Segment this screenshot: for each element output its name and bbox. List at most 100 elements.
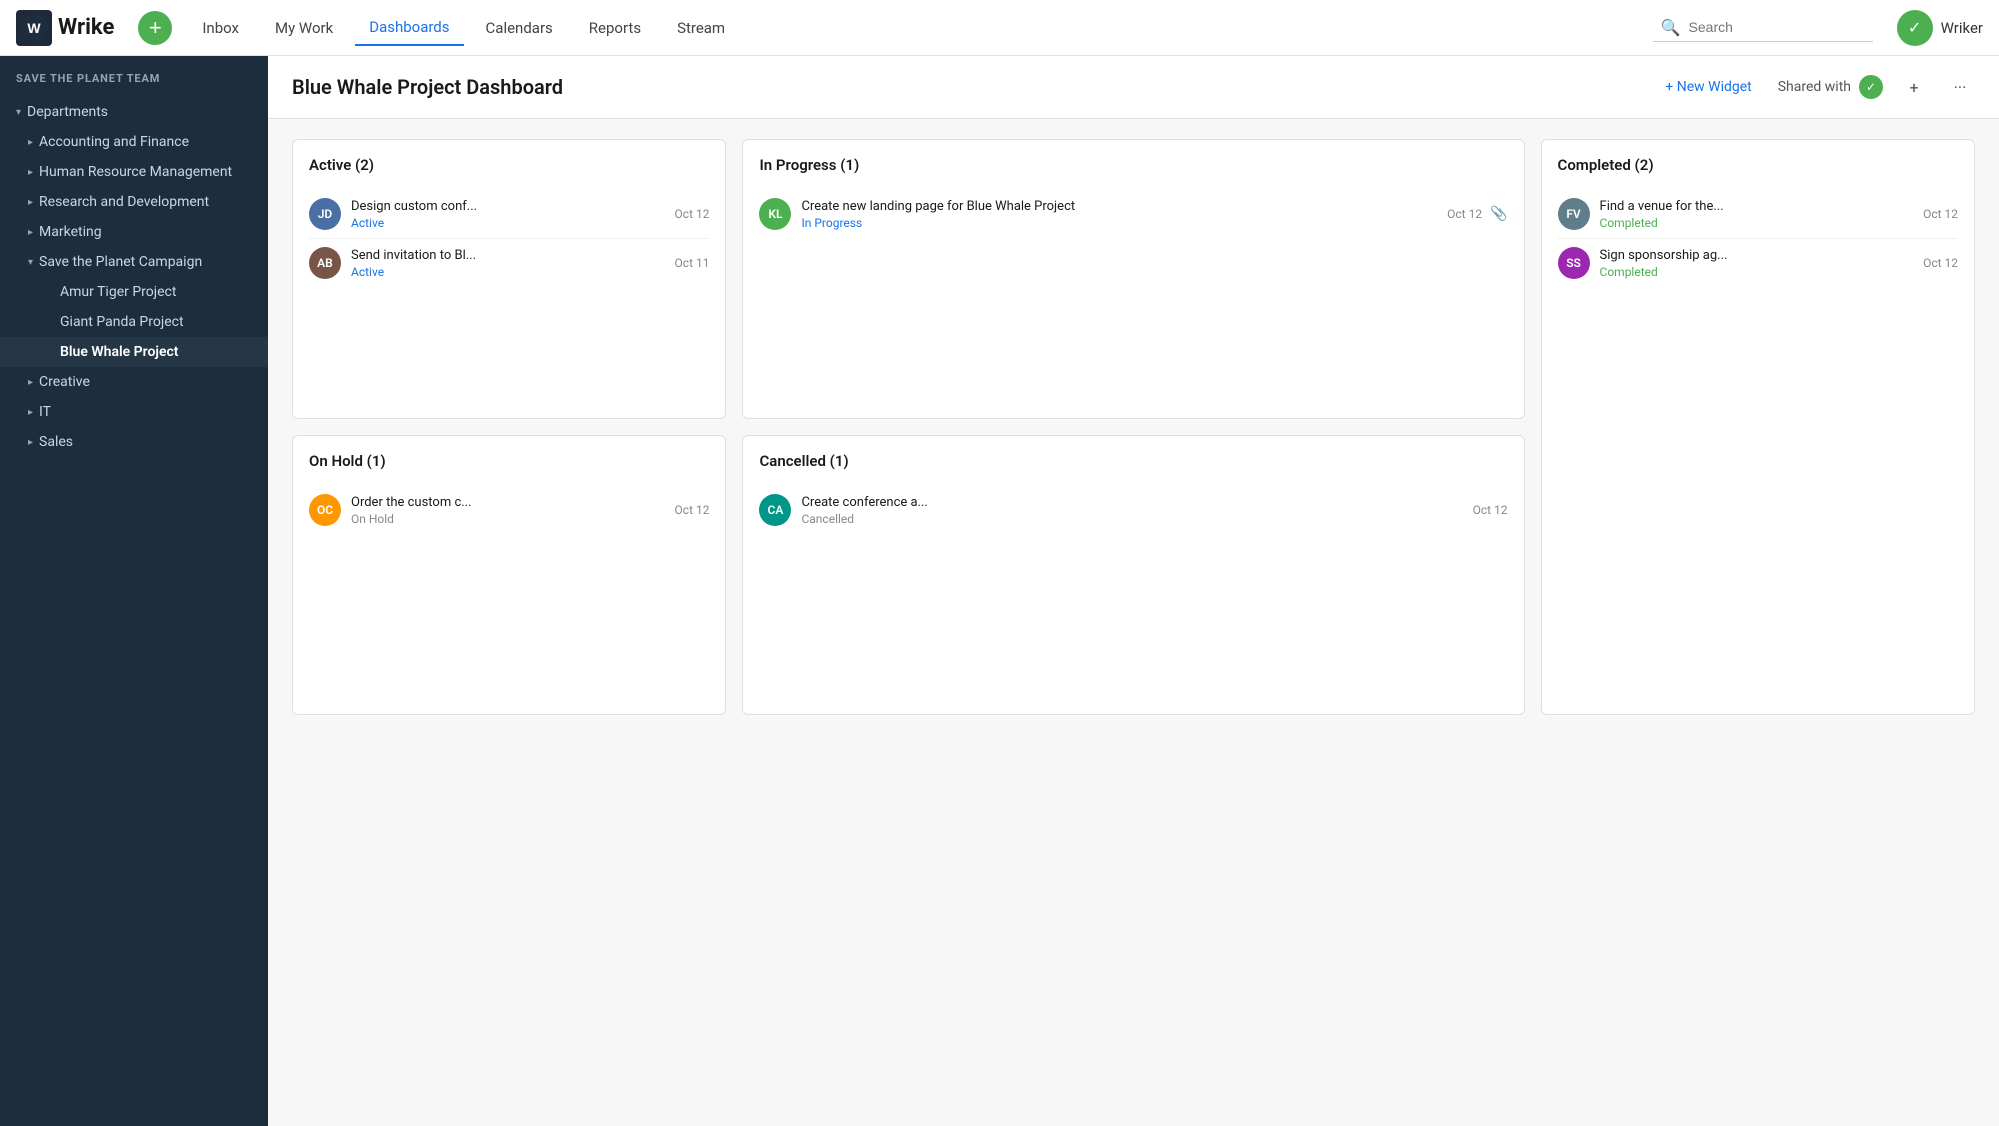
task-name[interactable]: Sign sponsorship ag... bbox=[1600, 248, 1914, 263]
chevron-down-icon: ▾ bbox=[16, 107, 21, 118]
more-options-button[interactable]: ··· bbox=[1945, 72, 1975, 102]
task-status: Active bbox=[351, 265, 665, 279]
task-date: Oct 12 bbox=[675, 503, 710, 517]
search-icon: 🔍 bbox=[1661, 18, 1681, 37]
table-row: SS Sign sponsorship ag... Completed Oct … bbox=[1558, 239, 1958, 287]
sidebar-item-departments[interactable]: ▾ Departments bbox=[0, 97, 268, 127]
nav-calendars[interactable]: Calendars bbox=[472, 11, 567, 45]
sidebar-item-marketing[interactable]: ▸ Marketing bbox=[0, 217, 268, 247]
avatar: AB bbox=[309, 247, 341, 279]
attachment-icon: 📎 bbox=[1490, 206, 1507, 222]
chevron-right-icon: ▸ bbox=[28, 377, 33, 388]
task-date: Oct 11 bbox=[675, 256, 710, 270]
avatar: OC bbox=[309, 494, 341, 526]
task-status: In Progress bbox=[801, 216, 1437, 230]
sidebar-item-label: Amur Tiger Project bbox=[60, 284, 176, 300]
avatar: FV bbox=[1558, 198, 1590, 230]
cancelled-widget-title: Cancelled (1) bbox=[759, 452, 1507, 470]
sidebar-item-accounting[interactable]: ▸ Accounting and Finance bbox=[0, 127, 268, 157]
task-status: Completed bbox=[1600, 216, 1914, 230]
chevron-right-icon: ▸ bbox=[28, 437, 33, 448]
nav-inbox[interactable]: Inbox bbox=[188, 11, 253, 45]
task-name[interactable]: Send invitation to Bl... bbox=[351, 248, 665, 263]
chevron-right-icon: ▸ bbox=[28, 197, 33, 208]
nav-dashboards[interactable]: Dashboards bbox=[355, 10, 463, 46]
sidebar-item-it[interactable]: ▸ IT bbox=[0, 397, 268, 427]
nav-my-work[interactable]: My Work bbox=[261, 11, 347, 45]
sidebar-item-blue-whale[interactable]: Blue Whale Project bbox=[0, 337, 268, 367]
sidebar-item-label: Creative bbox=[39, 374, 90, 390]
task-name[interactable]: Create new landing page for Blue Whale P… bbox=[801, 199, 1437, 214]
logo-icon: W bbox=[16, 10, 52, 46]
task-date: Oct 12 bbox=[1923, 256, 1958, 270]
sidebar-item-save-planet[interactable]: ▾ Save the Planet Campaign bbox=[0, 247, 268, 277]
task-name[interactable]: Order the custom c... bbox=[351, 495, 665, 510]
avatar: SS bbox=[1558, 247, 1590, 279]
sidebar-item-rd[interactable]: ▸ Research and Development bbox=[0, 187, 268, 217]
nav-stream[interactable]: Stream bbox=[663, 11, 739, 45]
search-box: 🔍 bbox=[1653, 14, 1873, 42]
completed-widget-title: Completed (2) bbox=[1558, 156, 1958, 174]
task-name[interactable]: Design custom conf... bbox=[351, 199, 665, 214]
chevron-right-icon: ▸ bbox=[28, 227, 33, 238]
task-date: Oct 12 bbox=[1447, 207, 1482, 221]
task-status: On Hold bbox=[351, 512, 665, 526]
sidebar-item-giant-panda[interactable]: Giant Panda Project bbox=[0, 307, 268, 337]
shared-with-label: Shared with bbox=[1778, 79, 1851, 95]
nav-reports[interactable]: Reports bbox=[575, 11, 655, 45]
avatar: CA bbox=[759, 494, 791, 526]
logo-text: Wrike bbox=[58, 15, 114, 40]
in-progress-widget-title: In Progress (1) bbox=[759, 156, 1507, 174]
user-profile: ✓ Wriker bbox=[1897, 10, 1983, 46]
search-input[interactable] bbox=[1689, 19, 1865, 35]
sidebar-item-label: Human Resource Management bbox=[39, 164, 232, 180]
active-widget: Active (2) JD Design custom conf... Acti… bbox=[292, 139, 726, 419]
sidebar-item-label: Sales bbox=[39, 434, 73, 450]
sidebar-item-sales[interactable]: ▸ Sales bbox=[0, 427, 268, 457]
page-header: Blue Whale Project Dashboard + New Widge… bbox=[268, 56, 1999, 119]
shared-with-section: Shared with ✓ bbox=[1778, 75, 1883, 99]
table-row: JD Design custom conf... Active Oct 12 bbox=[309, 190, 709, 239]
on-hold-widget: On Hold (1) OC Order the custom c... On … bbox=[292, 435, 726, 715]
sidebar: Save the Planet Team ▾ Departments ▸ Acc… bbox=[0, 56, 268, 1126]
add-button[interactable]: + bbox=[138, 11, 172, 45]
task-name[interactable]: Find a venue for the... bbox=[1600, 199, 1914, 214]
sidebar-item-hr[interactable]: ▸ Human Resource Management bbox=[0, 157, 268, 187]
table-row: AB Send invitation to Bl... Active Oct 1… bbox=[309, 239, 709, 287]
completed-widget: Completed (2) FV Find a venue for the...… bbox=[1541, 139, 1975, 715]
user-name: Wriker bbox=[1941, 19, 1983, 37]
table-row: CA Create conference a... Cancelled Oct … bbox=[759, 486, 1507, 534]
sidebar-item-label: Giant Panda Project bbox=[60, 314, 184, 330]
sidebar-item-label: IT bbox=[39, 404, 51, 420]
chevron-down-icon: ▾ bbox=[28, 257, 33, 268]
logo: W Wrike bbox=[16, 10, 114, 46]
active-widget-title: Active (2) bbox=[309, 156, 709, 174]
table-row: OC Order the custom c... On Hold Oct 12 bbox=[309, 486, 709, 534]
add-shared-button[interactable]: + bbox=[1899, 72, 1929, 102]
task-status: Completed bbox=[1600, 265, 1914, 279]
page-title: Blue Whale Project Dashboard bbox=[292, 75, 1639, 99]
on-hold-widget-title: On Hold (1) bbox=[309, 452, 709, 470]
task-status: Cancelled bbox=[801, 512, 1462, 526]
dashboard-grid: Active (2) JD Design custom conf... Acti… bbox=[268, 119, 1999, 735]
avatar: JD bbox=[309, 198, 341, 230]
task-date: Oct 12 bbox=[1473, 503, 1508, 517]
task-name[interactable]: Create conference a... bbox=[801, 495, 1462, 510]
sidebar-item-label: Blue Whale Project bbox=[60, 344, 179, 360]
main-layout: Save the Planet Team ▾ Departments ▸ Acc… bbox=[0, 56, 1999, 1126]
table-row: FV Find a venue for the... Completed Oct… bbox=[1558, 190, 1958, 239]
content-area: Blue Whale Project Dashboard + New Widge… bbox=[268, 56, 1999, 1126]
sidebar-team-label: Save the Planet Team bbox=[0, 72, 268, 97]
user-avatar: ✓ bbox=[1897, 10, 1933, 46]
new-widget-button[interactable]: + New Widget bbox=[1655, 73, 1761, 101]
chevron-right-icon: ▸ bbox=[28, 137, 33, 148]
sidebar-item-amur-tiger[interactable]: Amur Tiger Project bbox=[0, 277, 268, 307]
sidebar-item-creative[interactable]: ▸ Creative bbox=[0, 367, 268, 397]
svg-text:W: W bbox=[27, 20, 41, 36]
chevron-right-icon: ▸ bbox=[28, 407, 33, 418]
shared-check-icon: ✓ bbox=[1859, 75, 1883, 99]
task-date: Oct 12 bbox=[1923, 207, 1958, 221]
top-navigation: W Wrike + Inbox My Work Dashboards Calen… bbox=[0, 0, 1999, 56]
cancelled-widget: Cancelled (1) CA Create conference a... … bbox=[742, 435, 1524, 715]
sidebar-item-label: Research and Development bbox=[39, 194, 209, 210]
